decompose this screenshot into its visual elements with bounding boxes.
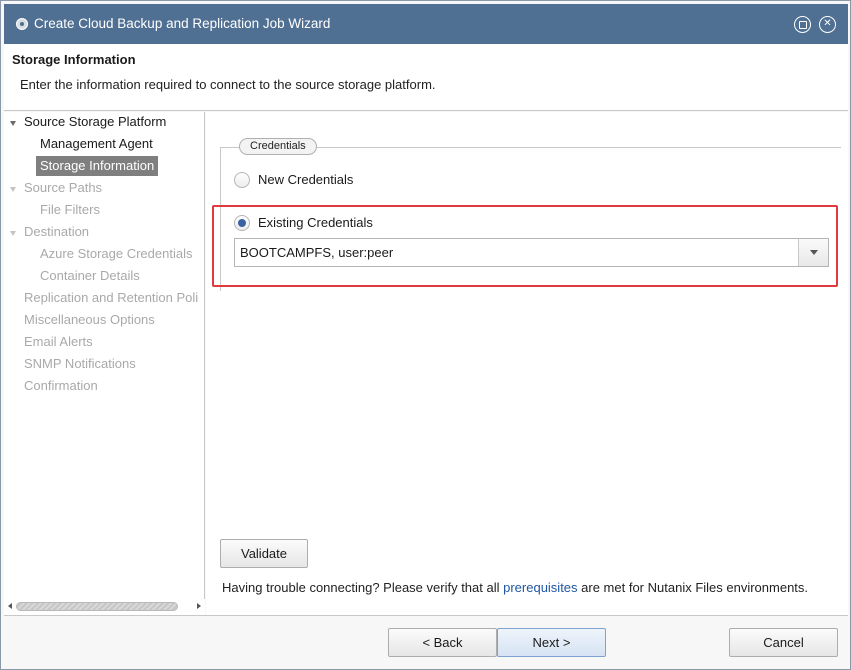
nav-item-container-details: Container Details	[40, 268, 140, 283]
expand-triangle-icon[interactable]	[10, 121, 16, 126]
existing-credentials-label[interactable]: Existing Credentials	[258, 215, 373, 230]
window-title: Create Cloud Backup and Replication Job …	[34, 16, 331, 31]
cancel-button[interactable]: Cancel	[729, 628, 838, 657]
nav-item-replication-retention: Replication and Retention Poli	[24, 290, 199, 305]
next-button[interactable]: Next >	[497, 628, 606, 657]
trouble-prefix: Having trouble connecting? Please verify…	[222, 580, 504, 595]
app-logo-icon	[16, 18, 28, 30]
chevron-down-icon[interactable]	[798, 239, 828, 266]
nav-horizontal-scrollbar[interactable]	[4, 599, 205, 615]
step-description: Enter the information required to connec…	[20, 77, 436, 92]
existing-credentials-select[interactable]: BOOTCAMPFS, user:peer	[234, 238, 829, 267]
nav-item-confirmation: Confirmation	[24, 378, 98, 393]
nav-item-management-agent[interactable]: Management Agent	[40, 134, 153, 154]
nav-item-destination: Destination	[24, 224, 90, 239]
back-button[interactable]: < Back	[388, 628, 497, 657]
nav-item-source-storage-platform[interactable]: Source Storage Platform	[24, 112, 166, 132]
nav-item-file-filters: File Filters	[40, 202, 100, 217]
nav-item-azure-storage-credentials: Azure Storage Credentials	[40, 246, 193, 261]
existing-credentials-radio[interactable]	[234, 215, 250, 231]
nav-item-snmp-notifications: SNMP Notifications	[24, 356, 136, 371]
step-header: Storage Information Enter the informatio…	[4, 44, 848, 111]
credentials-legend: Credentials	[239, 138, 317, 155]
restore-icon[interactable]	[794, 16, 811, 33]
new-credentials-radio[interactable]	[234, 172, 250, 188]
nav-item-storage-information[interactable]: Storage Information	[36, 156, 159, 176]
title-bar: Create Cloud Backup and Replication Job …	[4, 4, 848, 44]
close-icon[interactable]: ✕	[819, 16, 836, 33]
scroll-right-icon[interactable]	[197, 603, 201, 609]
step-title: Storage Information	[12, 52, 136, 67]
expand-triangle-icon	[10, 187, 16, 192]
scrollbar-thumb[interactable]	[16, 602, 178, 611]
prerequisites-link[interactable]: prerequisites	[503, 580, 577, 595]
wizard-footer: < Back Next > Cancel	[4, 615, 848, 667]
nav-item-miscellaneous-options: Miscellaneous Options	[24, 312, 155, 327]
nav-item-source-paths: Source Paths	[24, 180, 103, 195]
step-content: Credentials New Credentials Existing Cre…	[206, 112, 848, 615]
validate-button[interactable]: Validate	[220, 539, 308, 568]
trouble-connecting-text: Having trouble connecting? Please verify…	[222, 580, 808, 595]
trouble-suffix: are met for Nutanix Files environments.	[577, 580, 809, 595]
wizard-window: Create Cloud Backup and Replication Job …	[0, 0, 851, 670]
nav-item-email-alerts: Email Alerts	[24, 334, 93, 349]
scroll-left-icon[interactable]	[8, 603, 12, 609]
expand-triangle-icon	[10, 231, 16, 236]
new-credentials-label[interactable]: New Credentials	[258, 172, 353, 187]
selected-credential-value: BOOTCAMPFS, user:peer	[240, 245, 394, 260]
wizard-step-nav: Source Storage Platform Management Agent…	[4, 112, 205, 615]
